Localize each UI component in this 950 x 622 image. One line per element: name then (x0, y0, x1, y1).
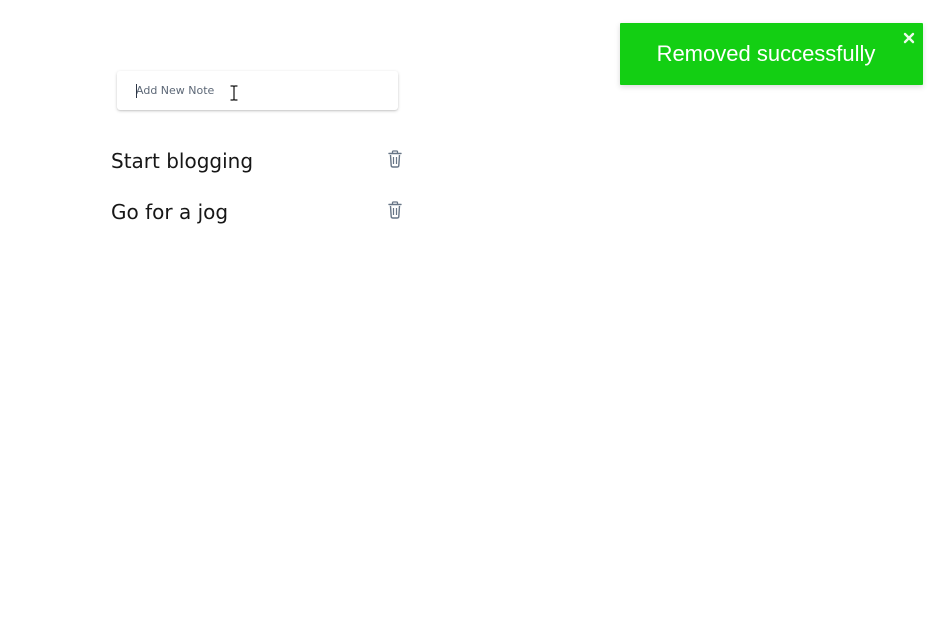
toast-message: Removed successfully (656, 41, 876, 66)
add-note-input[interactable] (117, 71, 398, 110)
trash-icon (387, 150, 403, 168)
text-caret (136, 84, 137, 98)
close-icon (903, 32, 915, 44)
note-item: Go for a jog (111, 197, 411, 248)
delete-note-button[interactable] (387, 201, 403, 219)
notes-app: Start blogging Go for a jog (0, 0, 950, 622)
add-note-field-container (117, 71, 398, 110)
note-text: Start blogging (111, 149, 254, 173)
note-text: Go for a jog (111, 200, 229, 224)
trash-icon (387, 201, 403, 219)
toast-close-button[interactable] (903, 32, 915, 44)
success-toast: Removed successfully (620, 23, 923, 85)
delete-note-button[interactable] (387, 150, 403, 168)
note-item: Start blogging (111, 146, 411, 197)
notes-list: Start blogging Go for a jog (111, 146, 411, 248)
text-cursor-icon (230, 85, 238, 101)
